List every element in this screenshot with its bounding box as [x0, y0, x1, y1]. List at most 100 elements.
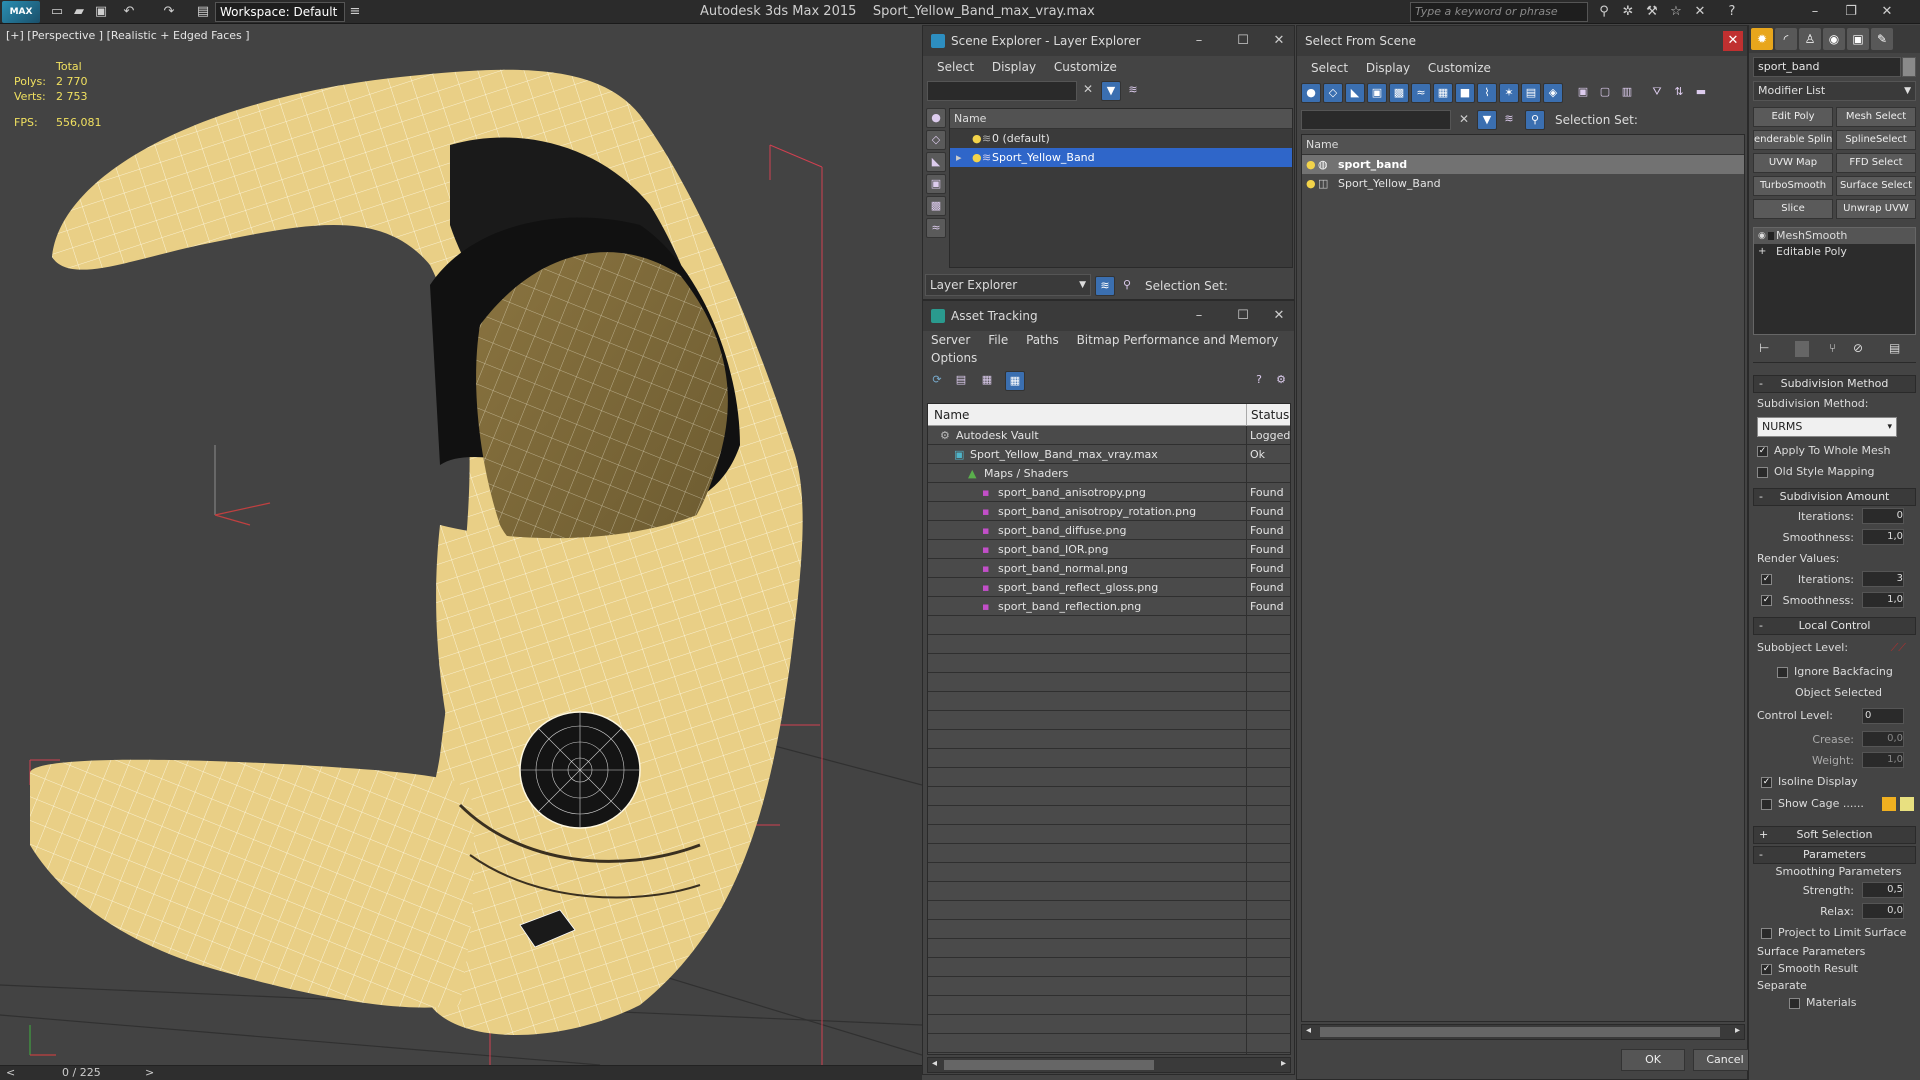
asset-row[interactable]: ▪ sport_band_normal.png Found — [928, 559, 1290, 578]
render-smoothness-checkbox[interactable]: ✓ — [1761, 595, 1772, 606]
expand-arrow-icon[interactable]: ▸ — [956, 148, 962, 167]
asset-row[interactable]: ▲ Maps / Shaders — [928, 464, 1290, 483]
workspace-dropdown[interactable]: Workspace: Default — [215, 2, 345, 22]
rollout-subdivision-amount[interactable]: - Subdivision Amount — [1753, 488, 1916, 506]
menu-file[interactable]: File — [988, 333, 1008, 347]
render-iterations-checkbox[interactable]: ✓ — [1761, 574, 1772, 585]
strength-spinner[interactable]: 0,5 — [1862, 882, 1904, 898]
lights-filter-icon[interactable]: ◣ — [1345, 83, 1365, 103]
new-file-icon[interactable]: ▭ — [48, 3, 66, 21]
asset-tracking-titlebar[interactable]: Asset Tracking – ☐ ✕ — [923, 301, 1294, 331]
scroll-thumb[interactable] — [1320, 1027, 1720, 1037]
smoothness-spinner[interactable]: 1,0 — [1862, 529, 1904, 545]
apply-whole-mesh-checkbox[interactable]: ✓ — [1757, 445, 1768, 457]
cage-color-swatch-1[interactable] — [1882, 797, 1896, 811]
layers-icon[interactable]: ≋ — [1499, 110, 1519, 130]
rollout-local-control[interactable]: - Local Control — [1753, 617, 1916, 635]
menu-server[interactable]: Server — [931, 333, 970, 347]
slice-button[interactable]: Slice — [1753, 199, 1833, 219]
spline-select-button[interactable]: SplineSelect — [1836, 130, 1916, 150]
menu-display[interactable]: Display — [992, 60, 1036, 74]
shapes-filter-icon[interactable]: ◇ — [1323, 83, 1343, 103]
refresh-icon[interactable]: ⟳ — [927, 371, 947, 391]
isoline-display-row[interactable]: ✓ Isoline Display — [1749, 771, 1920, 792]
scroll-left-icon[interactable]: ◂ — [1306, 1025, 1311, 1036]
display-lights-icon[interactable]: ◣ — [926, 152, 946, 172]
bulb-icon[interactable]: ● — [1306, 155, 1316, 174]
menu-customize[interactable]: Customize — [1054, 60, 1117, 74]
maximize-icon[interactable]: ☐ — [1228, 301, 1258, 331]
surface-select-button[interactable]: Surface Select — [1836, 176, 1916, 196]
make-unique-icon[interactable]: ⑂ — [1829, 341, 1836, 355]
rollout-subdivision-method[interactable]: - Subdivision Method — [1753, 375, 1916, 393]
columns-icon[interactable]: ▬ — [1691, 83, 1711, 103]
layer-row-default[interactable]: ● ≋ 0 (default) — [950, 129, 1292, 148]
star-icon[interactable]: ☆ — [1666, 3, 1686, 21]
settings-icon[interactable]: ⚙ — [1271, 371, 1291, 391]
project-icon[interactable]: ▤ — [194, 3, 212, 21]
iterations-spinner[interactable]: 0 — [1862, 508, 1904, 524]
rollout-soft-selection[interactable]: + Soft Selection — [1753, 826, 1916, 844]
filter-icon[interactable]: ▼ — [1477, 110, 1497, 130]
bones-filter-icon[interactable]: ⌇ — [1477, 83, 1497, 103]
asset-row[interactable]: ▪ sport_band_anisotropy.png Found — [928, 483, 1290, 502]
display-shapes-icon[interactable]: ◇ — [926, 130, 946, 150]
binoculars-icon[interactable]: ⚲ — [1594, 3, 1614, 21]
maximize-icon[interactable]: ☐ — [1228, 26, 1258, 56]
display-spacewarps-icon[interactable]: ≈ — [926, 218, 946, 238]
viewport-label[interactable]: [+] [Perspective ] [Realistic + Edged Fa… — [6, 29, 250, 42]
display-cameras-icon[interactable]: ▣ — [926, 174, 946, 194]
remove-modifier-icon[interactable]: ⊘ — [1853, 341, 1863, 355]
project-limit-surface-row[interactable]: Project to Limit Surface — [1749, 922, 1920, 943]
particles-filter-icon[interactable]: ✶ — [1499, 83, 1519, 103]
minimize-icon[interactable]: – — [1800, 2, 1830, 22]
menu-customize[interactable]: Customize — [1428, 61, 1491, 75]
asset-row[interactable]: ▪ sport_band_diffuse.png Found — [928, 521, 1290, 540]
asset-row[interactable]: ▣ Sport_Yellow_Band_max_vray.max Ok — [928, 445, 1290, 464]
smooth-result-checkbox[interactable]: ✓ — [1761, 963, 1772, 975]
open-folder-icon[interactable]: ▰ — [70, 3, 88, 21]
motion-tab-icon[interactable]: ◉ — [1823, 28, 1845, 50]
relax-spinner[interactable]: 0,0 — [1862, 903, 1904, 919]
isoline-display-checkbox[interactable]: ✓ — [1761, 776, 1772, 788]
workspace-menu-icon[interactable]: ≡ — [346, 3, 364, 21]
select-invert-icon[interactable]: ▥ — [1617, 83, 1637, 103]
app-logo[interactable]: MAX — [2, 1, 40, 23]
control-level-spinner[interactable]: 0 — [1862, 708, 1904, 724]
apply-whole-mesh-row[interactable]: ✓ Apply To Whole Mesh — [1749, 440, 1920, 461]
menu-select[interactable]: Select — [1311, 61, 1348, 75]
layer-row-sport-yellow-band[interactable]: ▸ ● ≋ Sport_Yellow_Band — [950, 148, 1292, 167]
configure-sets-icon[interactable]: ▤ — [1889, 341, 1900, 355]
tools-icon[interactable]: ✲ — [1618, 3, 1638, 21]
asset-row[interactable]: ▪ sport_band_anisotropy_rotation.png Found — [928, 502, 1290, 521]
scroll-thumb[interactable] — [944, 1060, 1154, 1070]
select-from-scene-titlebar[interactable]: Select From Scene ✕ — [1297, 26, 1747, 56]
hierarchy-tab-icon[interactable]: ♙ — [1799, 28, 1821, 50]
close-icon[interactable]: ✕ — [1264, 26, 1294, 56]
menu-bitmap-performance[interactable]: Bitmap Performance and Memory — [1077, 333, 1279, 347]
object-row-sport-band[interactable]: ● ◍ sport_band — [1302, 155, 1744, 174]
asset-row[interactable]: ▪ sport_band_IOR.png Found — [928, 540, 1290, 559]
show-cage-checkbox[interactable] — [1761, 798, 1772, 810]
vertex-edge-icon[interactable]: ⟋⟋ — [1891, 635, 1906, 661]
render-smoothness-spinner[interactable]: 1,0 — [1862, 592, 1904, 608]
weight-spinner[interactable]: 1,0 — [1862, 752, 1904, 768]
cage-color-swatch-2[interactable] — [1900, 797, 1914, 811]
column-name-header[interactable]: Name — [950, 109, 1292, 129]
filter-icon[interactable]: ▼ — [1101, 81, 1121, 101]
scroll-right-icon[interactable]: ▸ — [1281, 1058, 1286, 1069]
time-prev-button[interactable]: < — [6, 1066, 15, 1079]
utilities-tab-icon[interactable]: ✎ — [1871, 28, 1893, 50]
close-icon[interactable]: ✕ — [1872, 2, 1902, 22]
object-color-swatch[interactable] — [1902, 57, 1916, 77]
materials-row[interactable]: Materials — [1749, 994, 1920, 1011]
render-iterations-spinner[interactable]: 3 — [1862, 571, 1904, 587]
menu-options[interactable]: Options — [931, 351, 977, 365]
show-end-result-icon[interactable] — [1795, 341, 1809, 357]
undo-icon[interactable]: ↶ — [120, 3, 138, 21]
display-tab-icon[interactable]: ▣ — [1847, 28, 1869, 50]
scroll-left-icon[interactable]: ◂ — [932, 1058, 937, 1069]
layer-mode-icon[interactable]: ≋ — [1095, 276, 1115, 296]
time-slider[interactable]: < 0 / 225 > — [0, 1065, 922, 1080]
select-none-icon[interactable]: ▢ — [1595, 83, 1615, 103]
